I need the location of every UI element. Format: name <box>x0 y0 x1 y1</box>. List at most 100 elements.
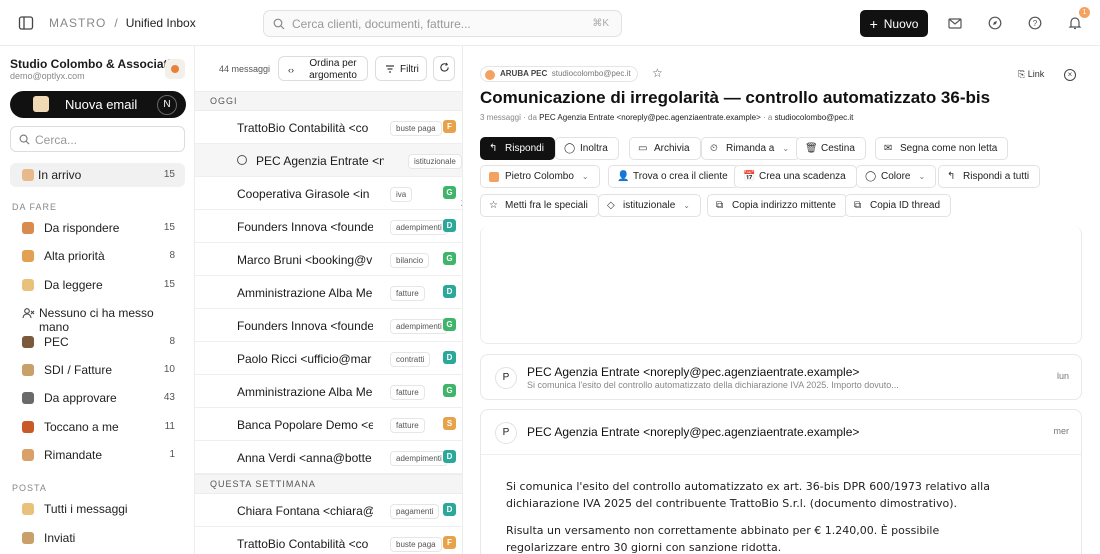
message-row[interactable]: Cooperativa Girasole <inivaG⁘2 <box>195 177 462 210</box>
avatar: D <box>443 450 456 463</box>
section-label-todo: DA FARE <box>12 202 58 212</box>
tag-badge: fatture <box>390 385 425 400</box>
forward-button[interactable]: ◯ Inoltra <box>555 137 619 160</box>
message-row[interactable]: Amministrazione Alba Me fatture D <box>195 276 462 309</box>
group-label-today: OGGI <box>195 91 462 111</box>
message-row[interactable]: PEC Agenzia Entrate <noreistituzionale <box>195 144 462 177</box>
tag-badge: buste paga <box>390 121 442 136</box>
label-select-button[interactable]: ◇ istituzionale ⌄ <box>598 194 701 217</box>
sidebar-item[interactable]: Toccano a me 11 <box>10 415 185 439</box>
snooze-button[interactable]: ⏲ Rimanda a ⌄ <box>701 137 801 160</box>
global-search-input[interactable]: Cerca clienti, documenti, fatture... ⌘K <box>263 10 622 37</box>
message-row[interactable]: Founders Innova <founde adempimenti G <box>195 309 462 342</box>
color-icon: ◯ <box>865 171 877 182</box>
message-row[interactable]: Paolo Ricci <ufficio@mar contratti D <box>195 342 462 375</box>
category-icon <box>22 392 34 405</box>
find-client-button[interactable]: 👤 Trova o crea il cliente <box>608 165 739 188</box>
message-row[interactable]: Anna Verdi <anna@botte adempimenti D <box>195 441 462 474</box>
message-count: 44 messaggi <box>219 64 271 74</box>
sidebar-item[interactable]: Da approvare 43 <box>10 386 185 410</box>
avatar: P <box>495 422 517 444</box>
tag-badge: iva <box>390 187 413 202</box>
sidebar-item[interactable]: Da rispondere 15 <box>10 216 185 240</box>
message-row[interactable]: Amministrazione Alba Me fatture G <box>195 375 462 408</box>
org-logo-icon[interactable] <box>165 59 185 79</box>
bell-icon[interactable] <box>1067 15 1083 31</box>
sidebar-item[interactable]: Inviati <box>10 526 185 550</box>
thread-subject: Comunicazione di irregolarità — controll… <box>480 88 991 107</box>
tag-badge: buste paga <box>390 537 442 552</box>
search-placeholder: Cerca clienti, documenti, fatture... <box>292 17 471 31</box>
category-icon <box>22 278 34 291</box>
copy-thread-id-button[interactable]: ⧉ Copia ID thread <box>845 194 952 217</box>
chevron-down-icon: ⌄ <box>782 144 790 153</box>
notification-badge: 1 <box>1079 7 1090 18</box>
close-icon[interactable]: × <box>1064 69 1076 81</box>
label-select-icon: ◇ <box>607 200 615 211</box>
mail-icon[interactable] <box>947 15 963 31</box>
message-row[interactable]: Marco Bruni <booking@v bilancio G <box>195 243 462 276</box>
sidebar-toggle-icon[interactable] <box>17 14 35 32</box>
create-deadline-button[interactable]: 📅 Crea una scadenza <box>734 165 857 188</box>
help-icon[interactable]: ? <box>1027 15 1043 31</box>
copy-thread-id-icon: ⧉ <box>854 200 862 211</box>
compose-icon <box>33 96 49 112</box>
archive-button[interactable]: ▭ Archivia <box>629 137 701 160</box>
group-label-week: QUESTA SETTIMANA <box>195 474 462 494</box>
breadcrumb-workspace[interactable]: MASTRO <box>49 16 106 30</box>
message-row[interactable]: Chiara Fontana <chiara@ pagamenti D <box>195 494 462 527</box>
create-deadline-icon: 📅 <box>743 171 756 182</box>
link-icon: ⎘ <box>1018 69 1026 79</box>
message-row[interactable]: TrattoBio Contabilità <co buste paga F <box>195 111 462 144</box>
mark-unread-button[interactable]: ✉ Segna come non letta <box>875 137 1009 160</box>
sort-button[interactable]: ‹› Ordina per argomento <box>278 56 368 81</box>
account-badge[interactable]: ARUBA PEC studiocolombo@pec.it <box>480 66 638 82</box>
sidebar-item[interactable]: SDI / Fatture 10 <box>10 358 185 382</box>
message-snippet: Si comunica l'esito del controllo automa… <box>527 380 899 390</box>
category-icon <box>22 222 34 234</box>
message-row[interactable]: Banca Popolare Demo <e fatture S <box>195 408 462 441</box>
list-toolbar: 44 messaggi ‹› Ordina per argomento Filt… <box>195 46 462 92</box>
account-logo-icon <box>485 70 495 80</box>
star-icon[interactable]: ☆ <box>652 66 663 80</box>
trash-icon: 🗑 <box>805 143 818 154</box>
message-card[interactable]: P PEC Agenzia Entrate <noreply@pec.agenz… <box>480 354 1082 400</box>
sidebar-item[interactable]: Tutti i messaggi <box>10 497 185 521</box>
refresh-button[interactable] <box>433 56 455 81</box>
unread-indicator-icon[interactable] <box>237 155 247 165</box>
reply-all-button[interactable]: ↰ Rispondi a tutti <box>938 165 1041 188</box>
filter-button[interactable]: Filtri <box>375 56 427 81</box>
sidebar: Studio Colombo & Associati demo@optlyx.c… <box>0 46 195 554</box>
sidebar-item-inbox[interactable]: In arrivo 15 <box>10 163 185 187</box>
sidebar-item[interactable]: PEC 8 <box>10 330 185 354</box>
tag-badge: bilancio <box>390 253 430 268</box>
client-select-button[interactable]: ■Pietro Colombo⌄ <box>480 165 600 188</box>
message-row[interactable]: TrattoBio Contabilità <co buste paga F <box>195 527 462 554</box>
sidebar-item[interactable]: Nessuno ci ha messo mano <box>10 301 185 334</box>
compass-icon[interactable] <box>987 15 1003 31</box>
star-button[interactable]: ☆ Metti fra le speciali <box>480 194 599 217</box>
link-button[interactable]: ⎘ Link <box>1018 69 1044 80</box>
reply-button[interactable]: ↰ Rispondi <box>480 137 555 160</box>
thread-collapsed-area <box>480 226 1082 344</box>
trash-button[interactable]: 🗑 Cestina <box>796 137 866 160</box>
tag-badge: fatture <box>390 286 425 301</box>
new-email-button[interactable]: Nuova email N <box>10 91 186 118</box>
thread-meta: 3 messaggi · da PEC Agenzia Entrate <nor… <box>480 113 854 122</box>
copy-sender-button[interactable]: ⧉ Copia indirizzo mittente <box>707 194 847 217</box>
message-row[interactable]: Founders Innova <founde adempimenti D <box>195 210 462 243</box>
tag-badge: fatture <box>390 418 425 433</box>
category-icon <box>22 364 34 376</box>
sidebar-item[interactable]: Rimandate 1 <box>10 443 185 467</box>
color-button[interactable]: ◯ Colore ⌄ <box>856 165 937 188</box>
chevron-down-icon: ⌄ <box>918 172 926 181</box>
archive-icon: ▭ <box>638 143 648 154</box>
refresh-icon <box>439 62 450 76</box>
inbox-icon <box>22 169 34 181</box>
message-card-expanded[interactable]: P PEC Agenzia Entrate <noreply@pec.agenz… <box>480 409 1082 554</box>
sidebar-search-input[interactable]: Cerca... <box>10 126 185 152</box>
sidebar-item[interactable]: Alta priorità 8 <box>10 244 185 268</box>
category-icon <box>22 335 34 348</box>
sidebar-item[interactable]: Da leggere 15 <box>10 273 185 297</box>
new-button[interactable]: + Nuovo <box>860 10 928 37</box>
